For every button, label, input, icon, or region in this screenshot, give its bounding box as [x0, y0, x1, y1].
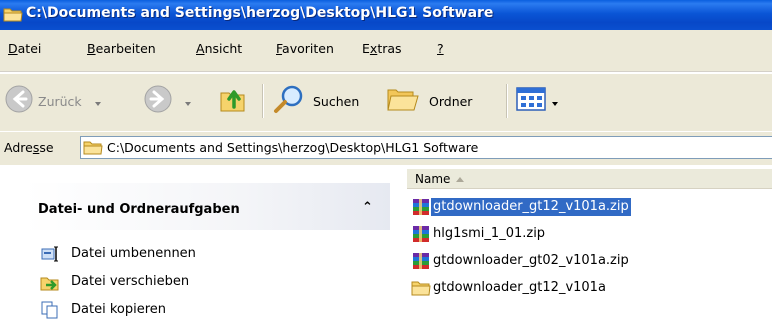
winrar-archive-icon	[413, 199, 429, 215]
address-label-pre: Adre	[4, 140, 33, 155]
chevron-down-icon[interactable]	[552, 102, 558, 106]
menu-divider	[0, 71, 772, 72]
task-pane: Datei- und Ordneraufgaben ⌃ Datei umbene…	[0, 165, 403, 330]
toolbar-separator	[506, 84, 508, 118]
toolbar: Zurück Suchen Ordner	[0, 73, 772, 131]
panel-header[interactable]: Datei- und Ordneraufgaben ⌃	[24, 183, 390, 230]
copy-icon	[41, 301, 58, 319]
menu-label-post: tras	[377, 41, 402, 56]
panel-body: Datei umbenennen Datei verschieben Datei…	[24, 230, 390, 330]
address-value: C:\Documents and Settings\herzog\Desktop…	[107, 140, 479, 155]
menu-help[interactable]: ?	[437, 41, 444, 56]
menu-datei[interactable]: Datei	[8, 41, 41, 56]
menu-label-pre: E	[362, 41, 370, 56]
views-icon	[516, 87, 546, 111]
toolbar-separator	[262, 84, 264, 118]
folders-button[interactable]: Ordner	[385, 82, 495, 118]
title-bar[interactable]: C:\Documents and Settings\herzog\Desktop…	[0, 0, 772, 30]
move-icon	[40, 277, 59, 291]
search-icon	[274, 85, 303, 113]
menu-extras[interactable]: Extras	[362, 41, 402, 56]
chevron-down-icon[interactable]	[185, 102, 191, 106]
task-label: Datei umbenennen	[71, 246, 196, 261]
menu-label-post: atei	[17, 41, 42, 56]
forward-arrow-icon	[144, 85, 172, 113]
winrar-archive-icon	[413, 226, 429, 242]
collapse-chevron-icon[interactable]: ⌃	[362, 200, 373, 215]
up-folder-button[interactable]	[218, 82, 250, 118]
menu-accelerator: D	[8, 41, 18, 56]
file-name: gtdownloader_gt02_v101a.zip	[433, 253, 629, 268]
menu-label-post: avoriten	[282, 41, 334, 56]
up-folder-icon	[220, 90, 245, 112]
task-label: Datei verschieben	[71, 274, 190, 289]
views-button[interactable]	[515, 82, 565, 118]
column-name-label: Name	[415, 172, 451, 186]
menu-label-post: earbeiten	[95, 41, 156, 56]
menu-accelerator: A	[196, 41, 205, 56]
folders-icon	[387, 89, 419, 111]
folders-label: Ordner	[429, 94, 473, 109]
menu-label-post: nsicht	[204, 41, 243, 56]
search-label: Suchen	[313, 94, 360, 109]
back-label: Zurück	[38, 94, 82, 109]
window-title: C:\Documents and Settings\herzog\Desktop…	[26, 5, 494, 21]
list-item[interactable]: gtdownloader_gt02_v101a.zip	[411, 250, 771, 272]
list-item[interactable]: gtdownloader_gt12_v101a.zip	[411, 196, 771, 218]
menu-accelerator: ?	[437, 41, 444, 56]
address-bar: Adresse C:\Documents and Settings\herzog…	[0, 131, 772, 165]
file-list: Name gtdownloader_gt12_v101a.zip hlg1smi…	[407, 165, 772, 310]
menu-bearbeiten[interactable]: Bearbeiten	[87, 41, 156, 56]
address-label: Adresse	[4, 140, 54, 155]
folder-icon	[411, 281, 431, 296]
menu-favoriten[interactable]: Favoriten	[276, 41, 334, 56]
sort-ascending-icon	[456, 177, 464, 182]
address-input[interactable]: C:\Documents and Settings\herzog\Desktop…	[80, 136, 772, 159]
file-folder-tasks-panel: Datei- und Ordneraufgaben ⌃ Datei umbene…	[24, 183, 390, 330]
back-arrow-icon	[5, 85, 33, 113]
winrar-archive-icon	[413, 253, 429, 269]
menu-ansicht[interactable]: Ansicht	[196, 41, 242, 56]
search-button[interactable]: Suchen	[272, 82, 380, 118]
panel-title: Datei- und Ordneraufgaben	[38, 202, 240, 217]
file-name: gtdownloader_gt12_v101a	[433, 280, 606, 295]
back-button[interactable]: Zurück	[4, 82, 124, 118]
list-item[interactable]: gtdownloader_gt12_v101a	[411, 277, 771, 299]
column-header-name[interactable]: Name	[407, 169, 772, 189]
address-label-post: se	[39, 140, 54, 155]
menu-bar: Datei Bearbeiten Ansicht Favoriten Extra…	[0, 30, 772, 73]
file-name: hlg1smi_1_01.zip	[433, 226, 546, 241]
chevron-down-icon[interactable]	[95, 102, 101, 106]
file-name: gtdownloader_gt12_v101a.zip	[431, 198, 631, 216]
menu-accelerator: B	[87, 41, 96, 56]
forward-button[interactable]	[143, 82, 193, 118]
list-item[interactable]: hlg1smi_1_01.zip	[411, 223, 771, 245]
rename-icon	[41, 246, 58, 262]
folder-icon	[83, 141, 103, 155]
folder-icon	[3, 8, 23, 22]
